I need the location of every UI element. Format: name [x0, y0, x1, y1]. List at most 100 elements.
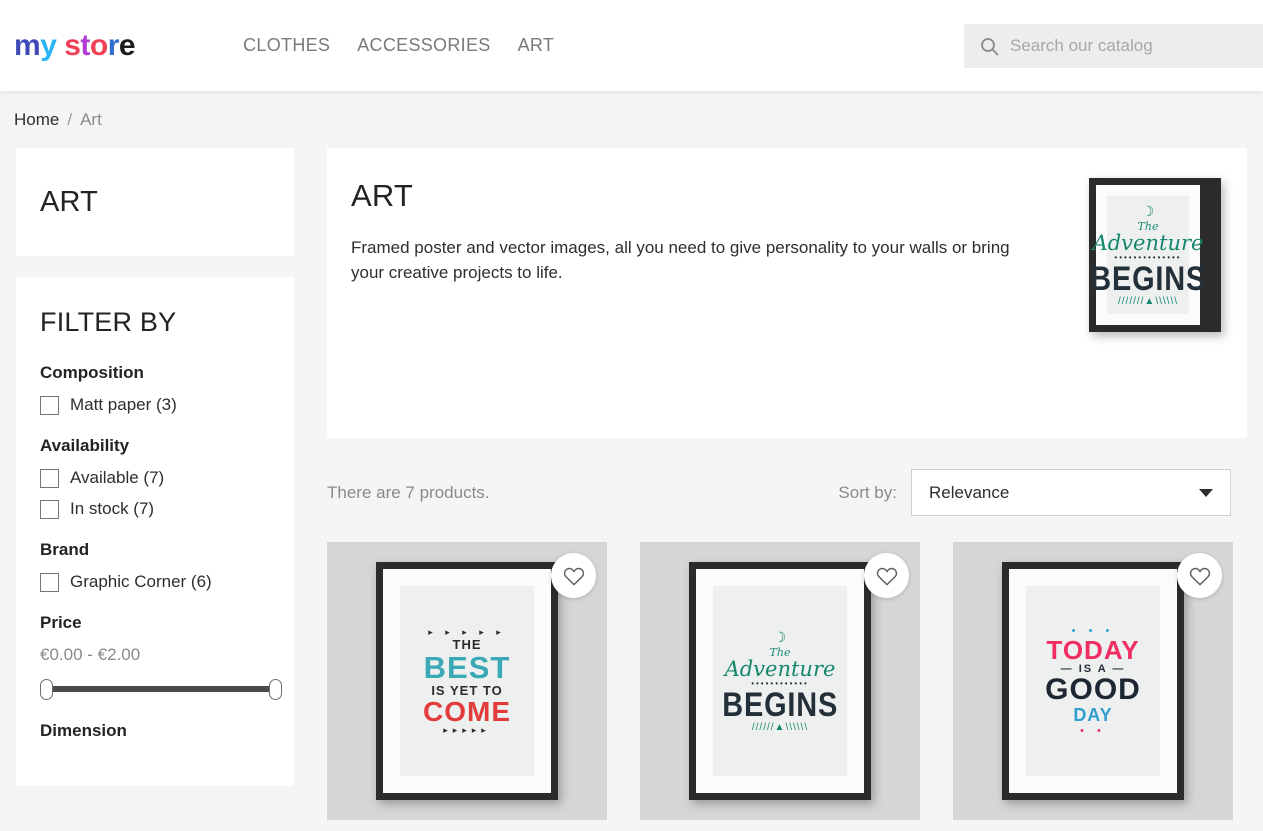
product-count: There are 7 products. [327, 482, 490, 502]
poster-frame: • • • TODAY — IS A — GOOD DAY • • [1002, 562, 1184, 800]
site-logo[interactable]: my store [14, 28, 136, 63]
logo-letter: o [89, 28, 108, 62]
product-thumbnail[interactable]: • • • TODAY — IS A — GOOD DAY • • [953, 542, 1233, 820]
search-box[interactable] [964, 24, 1263, 68]
sort-by-value: Relevance [929, 482, 1010, 502]
product-card[interactable]: • • • TODAY — IS A — GOOD DAY • • [953, 542, 1233, 820]
wishlist-button[interactable] [551, 553, 596, 598]
logo-letter [56, 29, 64, 63]
poster-frame: ☽ The Adventure •••••••••••• BEGINS ////… [689, 562, 871, 800]
poster-top-arrows: ▸ ▸ ▸ ▸ ▸ [428, 626, 506, 637]
checkbox-graphic-corner[interactable] [40, 572, 59, 592]
category-description: Framed poster and vector images, all you… [351, 238, 1010, 282]
sort-label: Sort by: [838, 482, 897, 502]
nav-item-accessories[interactable]: ACCESSORIES [357, 35, 490, 56]
breadcrumb-home[interactable]: Home [14, 110, 59, 130]
cover-line-begins: BEGINS [1090, 260, 1206, 298]
logo-letter: m [14, 28, 41, 62]
facet-option-in-stock[interactable]: In stock (7) [40, 499, 270, 519]
poster-mat: • • • TODAY — IS A — GOOD DAY • • [1009, 569, 1177, 793]
poster-line-good: GOOD [1045, 672, 1141, 706]
wishlist-button[interactable] [864, 553, 909, 598]
facet-option-available[interactable]: Available (7) [40, 468, 270, 488]
product-thumbnail[interactable]: ▸ ▸ ▸ ▸ ▸ THE BEST IS YET TO COME ▸▸▸▸▸ [327, 542, 607, 820]
nav-item-clothes[interactable]: CLOTHES [243, 35, 330, 56]
filter-heading: FILTER BY [40, 307, 177, 337]
facet-price: Price €0.00 - €2.00 [40, 613, 282, 700]
checkbox-matt-paper[interactable] [40, 395, 59, 415]
product-grid: ▸ ▸ ▸ ▸ ▸ THE BEST IS YET TO COME ▸▸▸▸▸ [327, 542, 1247, 820]
poster-artwork-today: • • • TODAY — IS A — GOOD DAY • • [1026, 586, 1160, 776]
heart-icon [1189, 567, 1210, 585]
facet-option-graphic-corner[interactable]: Graphic Corner (6) [40, 572, 270, 592]
poster-line-begins: BEGINS [722, 686, 838, 724]
poster-moon-icon: ☽ [773, 629, 787, 645]
checkbox-in-stock[interactable] [40, 499, 59, 519]
sort-by-select[interactable]: Relevance [911, 469, 1231, 516]
poster-frame: ▸ ▸ ▸ ▸ ▸ THE BEST IS YET TO COME ▸▸▸▸▸ [376, 562, 558, 800]
facet-dimension: Dimension [40, 721, 270, 741]
product-card[interactable]: ☽ The Adventure •••••••••••• BEGINS ////… [640, 542, 920, 820]
search-icon [981, 37, 999, 55]
sidebar-category-title-panel: ART [16, 148, 294, 256]
nav-item-art[interactable]: ART [518, 35, 555, 56]
filter-panel: FILTER BY Composition Matt paper (3) Ava… [16, 277, 294, 786]
logo-letter: s [64, 28, 81, 62]
price-slider-track[interactable] [47, 686, 275, 692]
page-body: ART FILTER BY Composition Matt paper (3)… [0, 148, 1263, 820]
facet-title-brand: Brand [40, 540, 90, 559]
poster-bottom-arrows: ▸▸▸▸▸ [443, 724, 491, 735]
poster-bottom-dots: • • [1080, 724, 1106, 737]
price-range-slider[interactable] [40, 678, 282, 700]
facet-title-price: Price [40, 613, 82, 632]
facet-title-composition: Composition [40, 363, 144, 382]
poster-mat: ▸ ▸ ▸ ▸ ▸ THE BEST IS YET TO COME ▸▸▸▸▸ [383, 569, 551, 793]
price-slider-handle-min[interactable] [40, 679, 53, 700]
price-slider-handle-max[interactable] [269, 679, 282, 700]
sort-control-group: Sort by: Relevance [838, 469, 1231, 516]
facet-composition: Composition Matt paper (3) [40, 363, 270, 415]
poster-frame: ☽ The Adventure •••••••••••••• BEGINS //… [1089, 178, 1221, 332]
main-navigation: CLOTHES ACCESSORIES ART [243, 35, 554, 56]
cover-line-adventure: Adventure [1092, 231, 1204, 255]
wishlist-button[interactable] [1177, 553, 1222, 598]
facet-title-dimension: Dimension [40, 721, 127, 740]
product-card[interactable]: ▸ ▸ ▸ ▸ ▸ THE BEST IS YET TO COME ▸▸▸▸▸ [327, 542, 607, 820]
price-range-text: €0.00 - €2.00 [40, 645, 141, 664]
product-thumbnail[interactable]: ☽ The Adventure •••••••••••• BEGINS ////… [640, 542, 920, 820]
main-content: ART Framed poster and vector images, all… [327, 148, 1247, 820]
facet-label-available: Available (7) [70, 468, 165, 487]
breadcrumb-current: Art [80, 109, 102, 129]
logo-letter: t [80, 28, 90, 62]
chevron-down-icon [1199, 488, 1213, 497]
poster-line-today: TODAY [1046, 634, 1140, 665]
search-input[interactable] [1010, 36, 1263, 56]
checkbox-available[interactable] [40, 468, 59, 488]
poster-line-adventure: Adventure [724, 657, 836, 681]
poster-artwork-adventure: ☽ The Adventure •••••••••••• BEGINS ////… [713, 586, 847, 776]
heart-icon [876, 567, 897, 585]
category-cover-image: ☽ The Adventure •••••••••••••• BEGINS //… [1089, 178, 1221, 414]
breadcrumb: Home / Art [0, 91, 1263, 148]
logo-letter: y [40, 28, 57, 62]
sort-bar: There are 7 products. Sort by: Relevance [327, 469, 1247, 516]
breadcrumb-separator: / [67, 109, 73, 129]
poster-line-come: COME [423, 695, 511, 727]
poster-mat: ☽ The Adventure •••••••••••••• BEGINS //… [1090, 185, 1205, 325]
poster-mat: ☽ The Adventure •••••••••••• BEGINS ////… [696, 569, 864, 793]
logo-letter: r [107, 28, 120, 62]
sidebar: ART FILTER BY Composition Matt paper (3)… [16, 148, 294, 786]
heart-icon [563, 567, 584, 585]
sidebar-category-title: ART [40, 185, 99, 218]
facet-label-matt-paper: Matt paper (3) [70, 395, 177, 414]
cover-moon-icon: ☽ [1141, 203, 1155, 219]
facet-availability: Availability Available (7) In stock (7) [40, 436, 270, 519]
page-title: ART [351, 178, 414, 213]
facet-brand: Brand Graphic Corner (6) [40, 540, 270, 592]
site-header: my store CLOTHES ACCESSORIES ART [0, 0, 1263, 91]
poster-artwork-best: ▸ ▸ ▸ ▸ ▸ THE BEST IS YET TO COME ▸▸▸▸▸ [400, 586, 534, 776]
poster-artwork-adventure: ☽ The Adventure •••••••••••••• BEGINS //… [1090, 196, 1205, 314]
poster-line-day: DAY [1073, 704, 1113, 725]
facet-option-matt-paper[interactable]: Matt paper (3) [40, 395, 270, 415]
category-header-text: ART Framed poster and vector images, all… [351, 178, 1089, 414]
